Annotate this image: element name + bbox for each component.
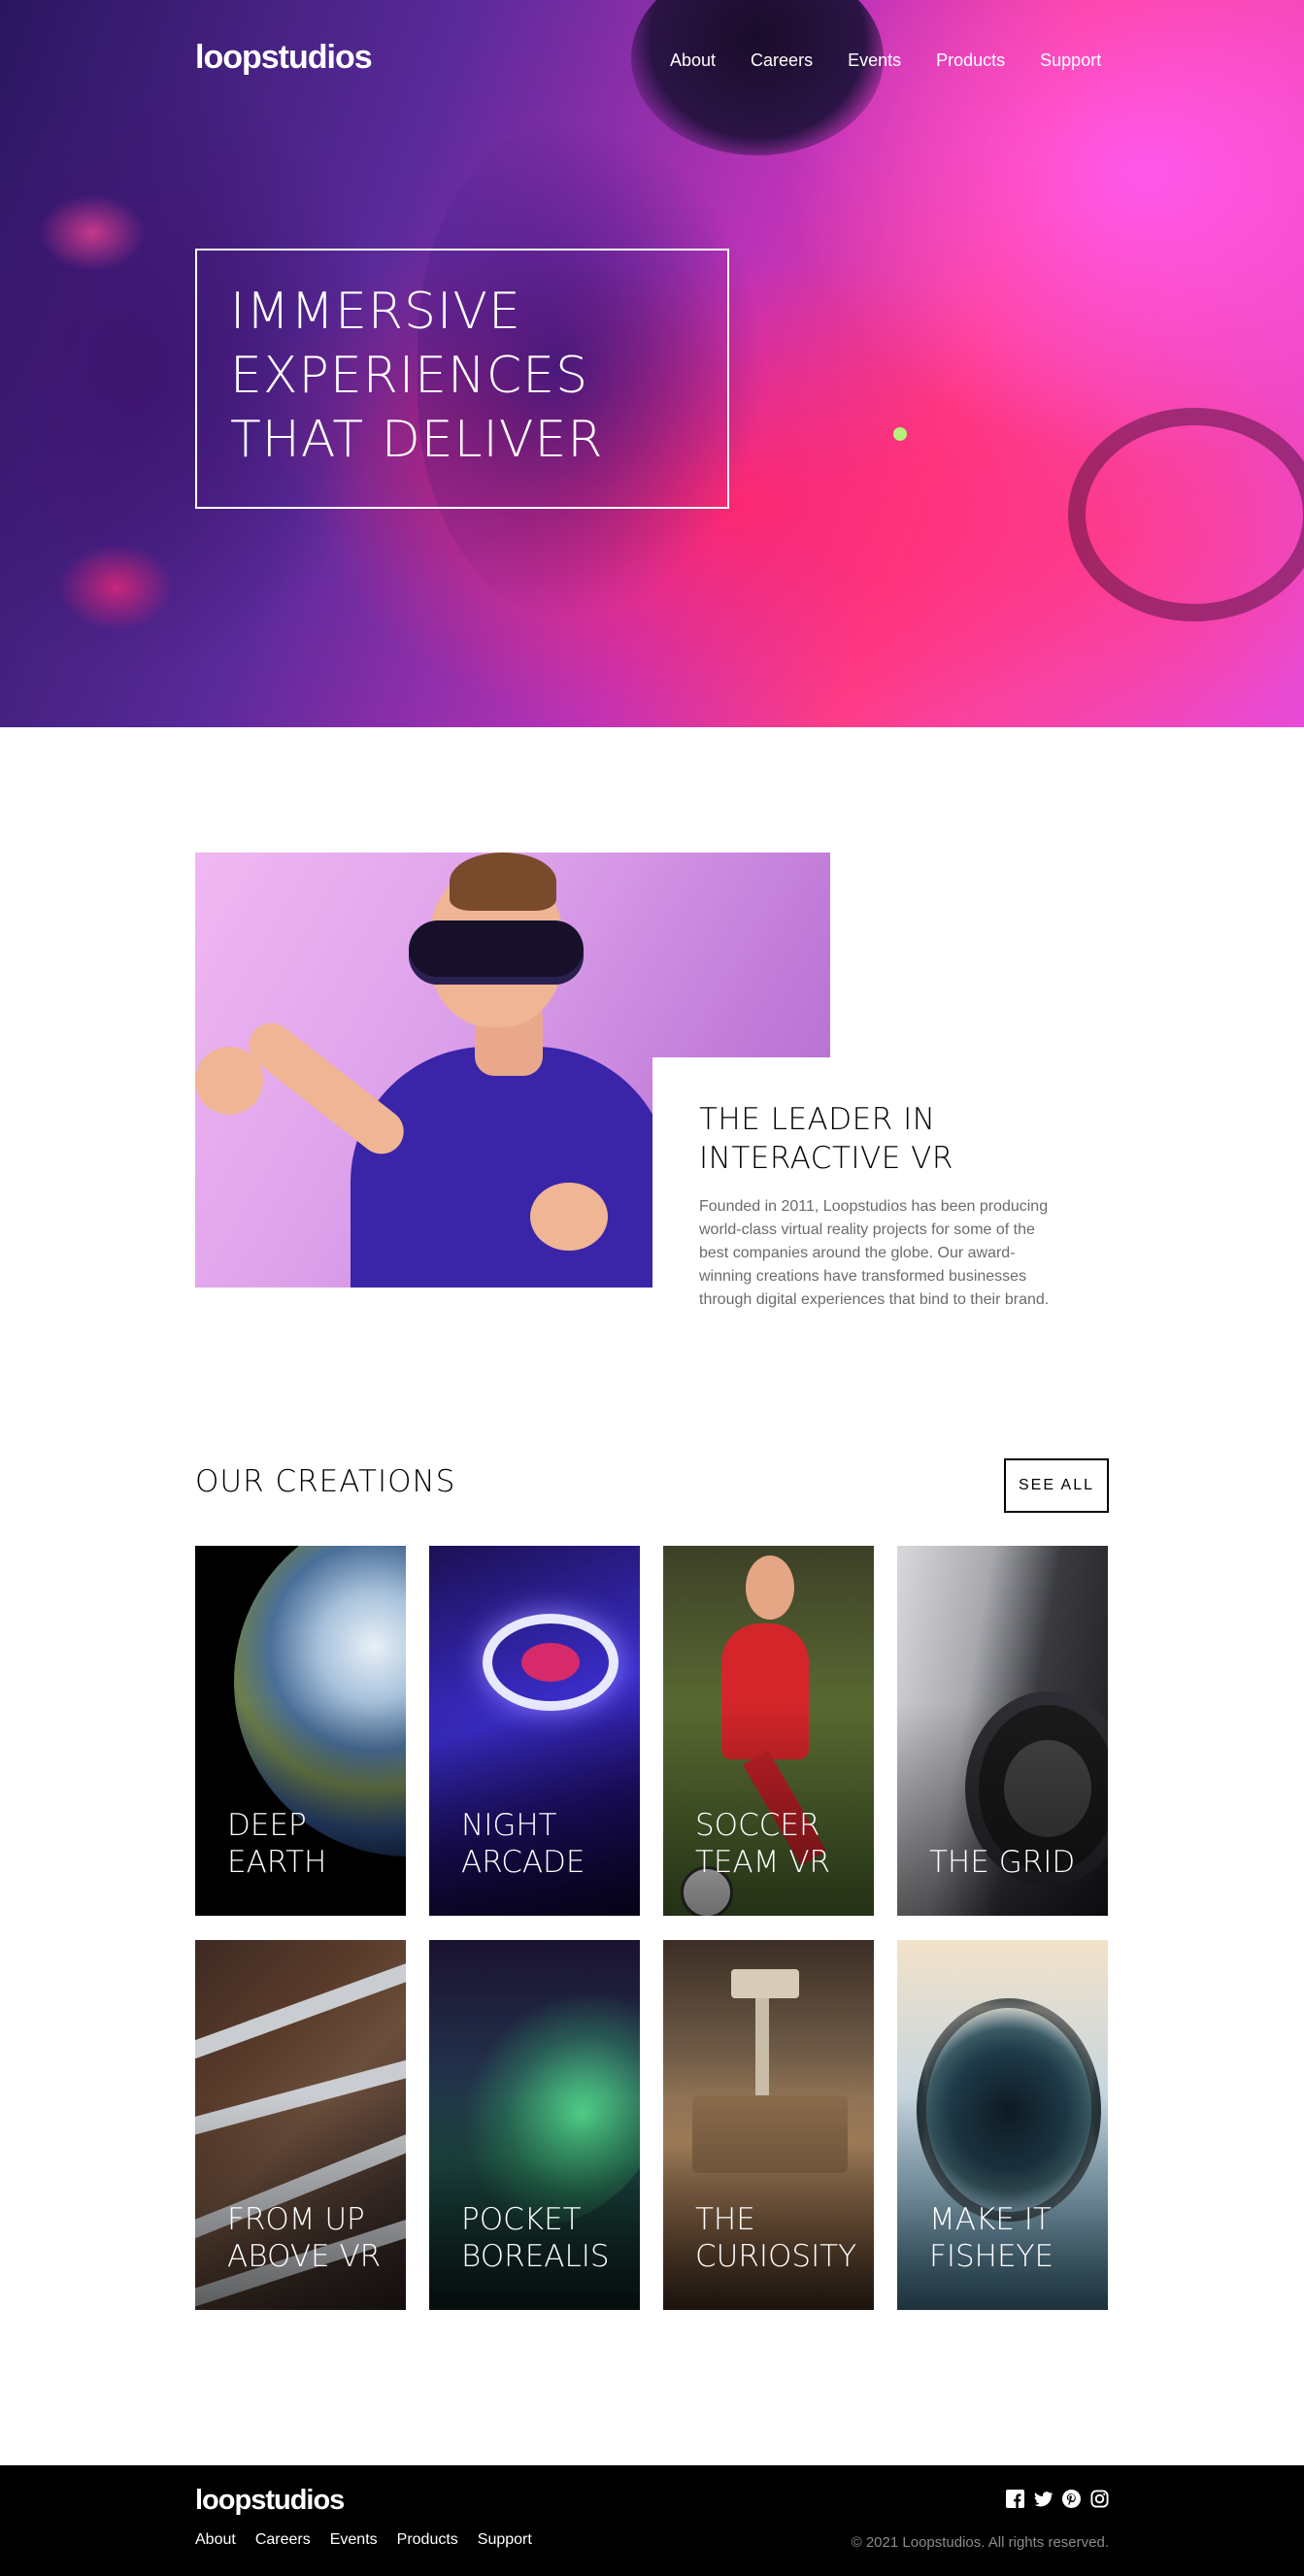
about-card: The leader in interactive VR Founded in … [652, 1057, 1177, 1358]
image-part [530, 1183, 608, 1251]
creation-card-pocket-borealis[interactable]: Pocket borealis [429, 1940, 640, 2310]
creation-label-line: From up [227, 2202, 365, 2237]
nav-link-about[interactable]: About [670, 50, 716, 71]
site-footer: loopstudios About Careers Events Product… [0, 2465, 1304, 2576]
card-overlay [897, 1702, 1108, 1916]
creation-card-deep-earth[interactable]: Deep earth [195, 1546, 406, 1916]
creation-label-line: Deep [227, 1808, 307, 1843]
image-part [409, 920, 584, 985]
footer-nav: About Careers Events Products Support [195, 2531, 552, 2549]
soccer-image [746, 1556, 794, 1620]
about-title-line: interactive VR [699, 1141, 953, 1176]
creation-label: Pocket borealis [461, 2201, 610, 2275]
footer-link-about[interactable]: About [195, 2531, 236, 2549]
hero-title-box: Immersive experiences that deliver [195, 249, 729, 509]
arcade-image [521, 1643, 580, 1682]
creation-card-from-up-above-vr[interactable]: From up above VR [195, 1940, 406, 2310]
footer-link-events[interactable]: Events [330, 2531, 378, 2549]
creation-label-line: team VR [695, 1845, 831, 1880]
creation-label-line: The grid [929, 1845, 1076, 1880]
image-part [351, 1047, 671, 1288]
social-links [1006, 2490, 1109, 2508]
hero-title-line: Immersive [230, 283, 521, 341]
creation-label: From up above VR [227, 2201, 381, 2275]
creation-label-line: Make it [929, 2202, 1052, 2237]
creation-label-line: borealis [461, 2239, 610, 2274]
creation-label: The curiosity [695, 2201, 856, 2275]
image-part [450, 853, 556, 911]
about-title: The leader in interactive VR [699, 1100, 1177, 1178]
creations-title: Our creations [195, 1464, 456, 1499]
footer-link-products[interactable]: Products [397, 2531, 458, 2549]
creation-label-line: Soccer [695, 1808, 820, 1843]
creation-label: Make it fisheye [929, 2201, 1053, 2275]
creation-card-night-arcade[interactable]: Night arcade [429, 1546, 640, 1916]
instagram-icon[interactable] [1090, 2490, 1109, 2508]
about-text: Founded in 2011, Loopstudios has been pr… [699, 1198, 1050, 1308]
creation-label-line: arcade [461, 1845, 585, 1880]
creation-label: Night arcade [461, 1807, 585, 1881]
creation-label-line: Pocket [461, 2202, 582, 2237]
hero-image-wheel [1068, 408, 1304, 621]
nav-link-events[interactable]: Events [848, 50, 901, 71]
creation-card-the-grid[interactable]: The grid [897, 1546, 1108, 1916]
twitter-icon[interactable] [1034, 2490, 1053, 2508]
creation-label: Soccer team VR [695, 1807, 830, 1881]
hero-image-visor [631, 0, 884, 155]
road-image [195, 1945, 406, 2069]
hero-title: Immersive experiences that deliver [230, 280, 694, 472]
creation-label-line: above VR [227, 2239, 382, 2274]
creation-label-line: earth [227, 1845, 327, 1880]
about-title-line: The leader in [699, 1102, 936, 1137]
rover-image [731, 1969, 799, 1998]
creation-label: Deep earth [227, 1807, 326, 1881]
main-nav: About Careers Events Products Support [670, 50, 1101, 71]
facebook-icon[interactable] [1006, 2490, 1024, 2508]
see-all-button[interactable]: See all [1004, 1458, 1109, 1513]
site-logo[interactable]: loopstudios [195, 39, 373, 77]
hero-image-light [893, 427, 907, 441]
hero-image-glow [58, 544, 175, 631]
nav-link-careers[interactable]: Careers [751, 50, 813, 71]
creation-card-soccer-team-vr[interactable]: Soccer team VR [663, 1546, 874, 1916]
creation-label-line: fisheye [929, 2239, 1054, 2274]
creation-card-make-it-fisheye[interactable]: Make it fisheye [897, 1940, 1108, 2310]
image-part [195, 1047, 263, 1115]
nav-link-products[interactable]: Products [936, 50, 1005, 71]
creation-card-the-curiosity[interactable]: The curiosity [663, 1940, 874, 2310]
footer-logo[interactable]: loopstudios [195, 2485, 345, 2517]
creations-grid: Deep earth Night arcade Soccer team VR [195, 1546, 1109, 2310]
hero-section: loopstudios About Careers Events Product… [0, 0, 1304, 727]
pinterest-icon[interactable] [1062, 2490, 1081, 2508]
hero-title-line: that deliver [230, 411, 604, 469]
creation-label-line: curiosity [695, 2239, 857, 2274]
creation-label-line: Night [461, 1808, 557, 1843]
footer-link-careers[interactable]: Careers [255, 2531, 311, 2549]
nav-link-support[interactable]: Support [1040, 50, 1101, 71]
creation-label-line: The [695, 2202, 755, 2237]
copyright-text: © 2021 Loopstudios. All rights reserved. [851, 2534, 1109, 2551]
hero-title-line: experiences [230, 347, 589, 405]
hero-image-glow [39, 194, 146, 272]
creation-label: The grid [929, 1844, 1075, 1881]
footer-link-support[interactable]: Support [478, 2531, 532, 2549]
